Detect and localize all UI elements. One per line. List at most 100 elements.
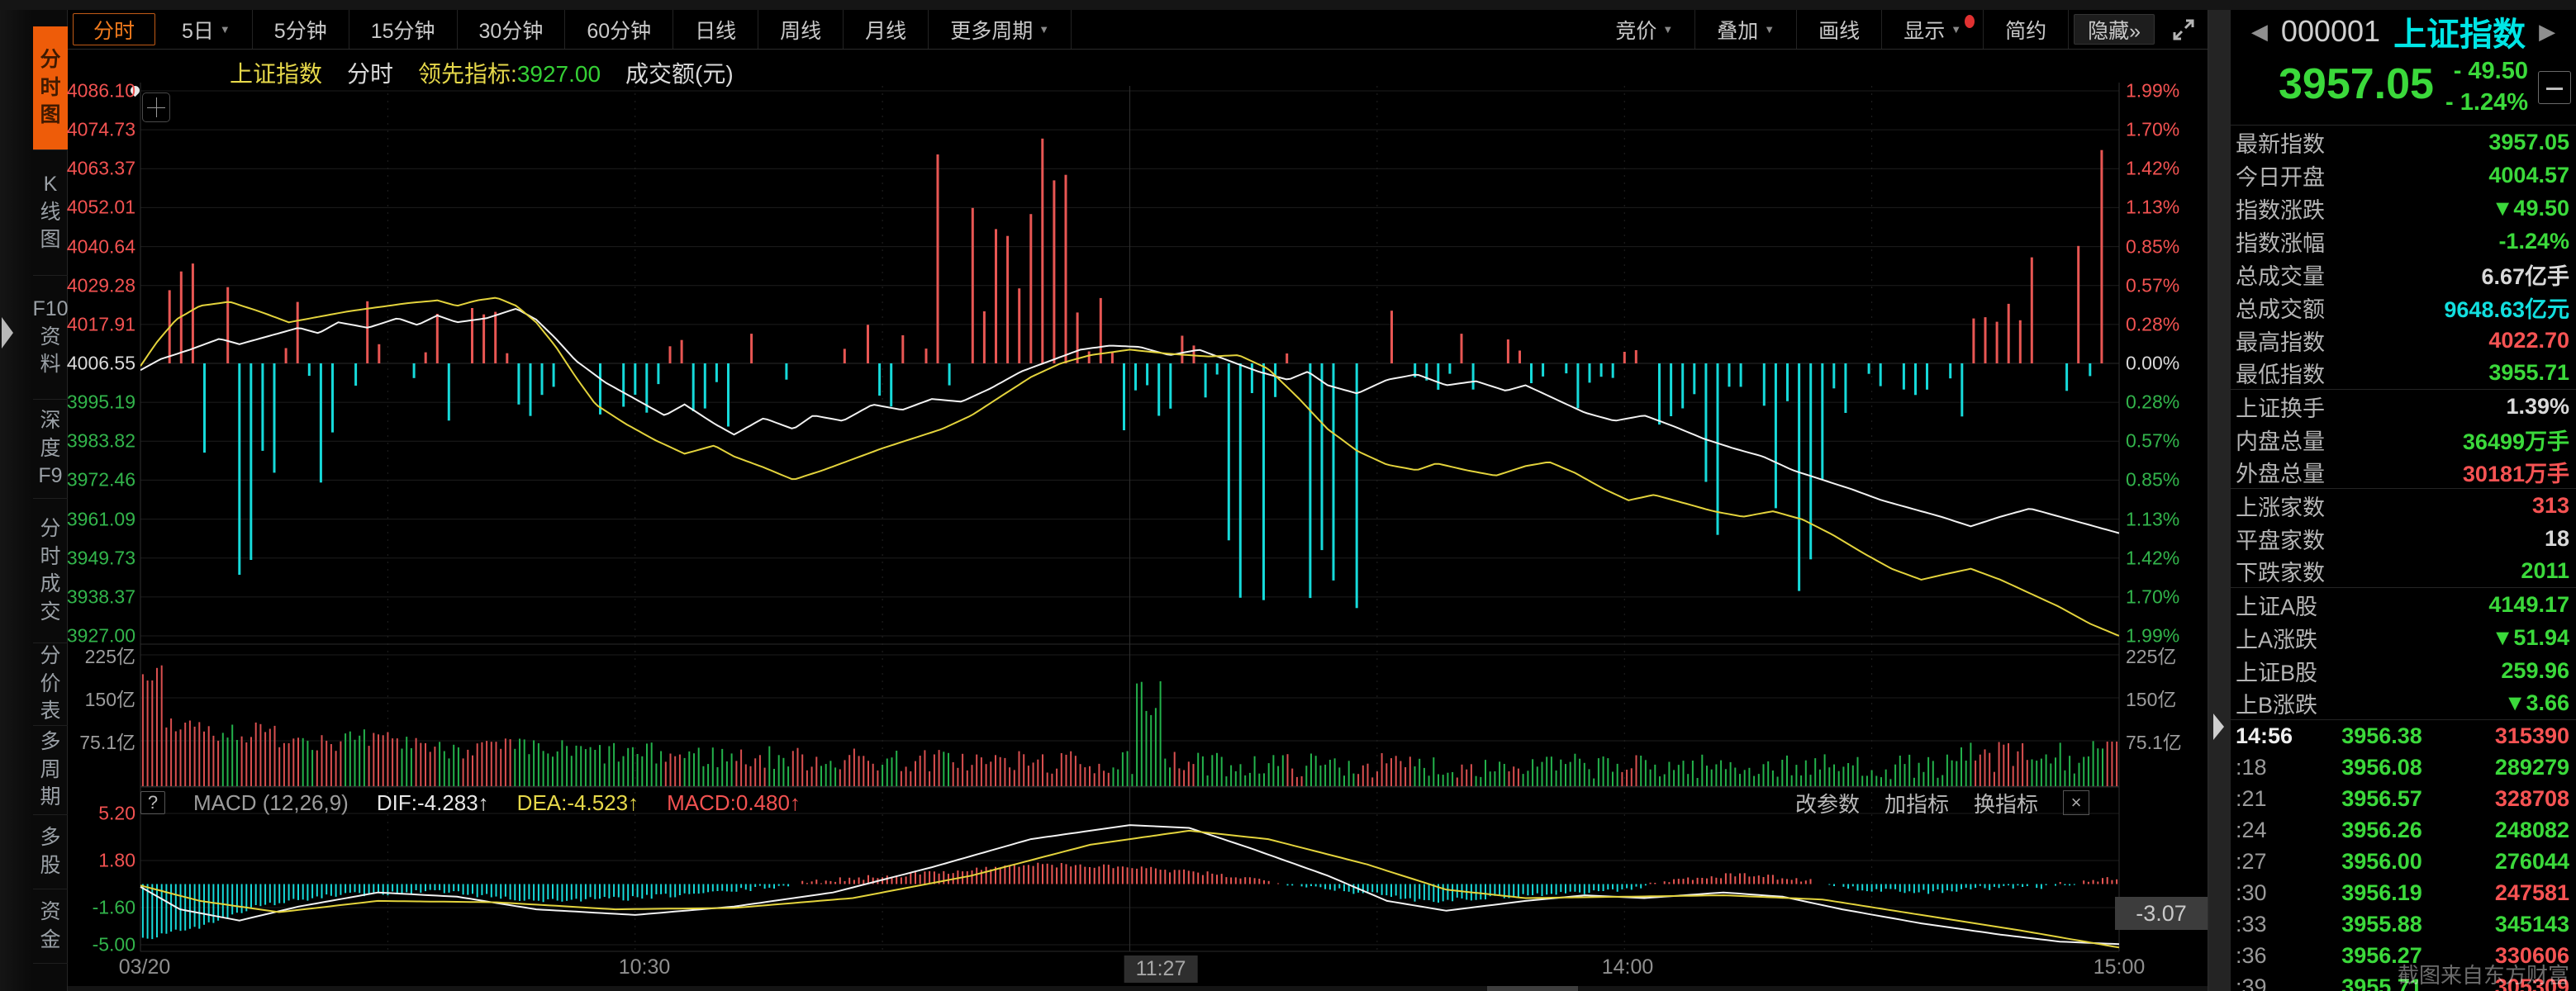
pct-axis-label: 1.99% <box>2126 80 2179 102</box>
tool-button-label: 显示 <box>1903 15 1945 45</box>
crosshair-tool-icon[interactable] <box>142 92 170 122</box>
sidebar-tab-分时图[interactable]: 分时图 <box>33 26 68 150</box>
tool-button-4[interactable]: 显示 ▼ <box>1882 10 1984 49</box>
prev-security-arrow-icon[interactable]: ◀ <box>2251 19 2268 45</box>
macd-axis-label: 5.20 <box>98 803 135 825</box>
sidebar-tab-分时成交[interactable]: 分时成交 <box>33 499 68 643</box>
sidebar-tab-char: F10 <box>32 298 68 321</box>
sidebar-tab-char: 资 <box>40 901 60 924</box>
sidebar-tab-char: 期 <box>40 786 60 809</box>
macd-header: ? MACD (12,26,9) DIF:-4.283↑ DEA:-4.523↑… <box>140 789 2119 816</box>
time-axis: 03/2010:3011:2714:0015:00 <box>68 952 2208 985</box>
horizontal-scrollbar[interactable] <box>68 986 2208 991</box>
tool-button-6[interactable]: 隐藏» <box>2074 14 2155 45</box>
fullscreen-button[interactable] <box>2160 10 2208 49</box>
tick-row[interactable]: :393955.71305309 <box>2231 971 2576 991</box>
price-axis-label: 3972.46 <box>67 469 135 491</box>
period-button-5[interactable]: 30分钟 <box>458 10 566 49</box>
sidebar-tab-多股[interactable]: 多股 <box>33 815 68 889</box>
quote-row-上B涨跌: 上B涨跌▼3.66 <box>2231 687 2576 720</box>
sidebar-tab-资金[interactable]: 资金 <box>33 889 68 964</box>
quote-row-label: 上涨家数 <box>2236 490 2325 522</box>
macd-action-2[interactable]: 加指标 <box>1884 788 1949 818</box>
fullscreen-icon <box>2171 17 2196 42</box>
sidebar-tab-K线图[interactable]: K线图 <box>33 150 68 276</box>
macd-close-button[interactable]: × <box>2063 790 2089 815</box>
sidebar-tab-分价表[interactable]: 分价表 <box>33 643 68 726</box>
chevron-down-icon: ▼ <box>1764 23 1775 36</box>
sidebar-tab-F10资料[interactable]: F10资料 <box>33 276 68 400</box>
period-buttons: 分时 5日▼ 5分钟 15分钟 30分钟60分钟日线周线月线更多周期▼ <box>68 10 1072 49</box>
period-button-label: 分时 <box>93 15 135 45</box>
period-button-1[interactable]: 分时 <box>73 13 155 45</box>
volume-axis-label: 75.1亿 <box>2126 727 2182 755</box>
quote-row-今日开盘: 今日开盘4004.57 <box>2231 159 2576 192</box>
period-button-8[interactable]: 周线 <box>758 10 844 49</box>
collapse-quote-button[interactable] <box>2538 71 2571 104</box>
pct-axis-label: 1.70% <box>2126 119 2179 141</box>
tool-button-2[interactable]: 叠加 ▼ <box>1695 10 1797 49</box>
price-axis-label: 4086.10 <box>67 80 135 102</box>
macd-help-button[interactable]: ? <box>140 791 165 814</box>
tick-row[interactable]: :363956.27330606 <box>2231 940 2576 971</box>
period-button-3[interactable]: 5分钟 <box>253 10 349 49</box>
tool-button-label: 叠加 <box>1717 15 1758 45</box>
quote-row-value: 4149.17 <box>2488 592 2569 618</box>
period-button-10[interactable]: 更多周期▼ <box>929 10 1072 49</box>
sidebar-tab-char: 多 <box>40 731 60 754</box>
tick-list[interactable]: 14:563956.38315390:183956.08289279:21395… <box>2231 720 2576 991</box>
chart-index-name: 上证指数 <box>230 56 322 89</box>
macd-title: MACD (12,26,9) <box>193 790 349 816</box>
quote-row-指数涨幅: 指数涨幅-1.24% <box>2231 225 2576 258</box>
tick-row[interactable]: 14:563956.38315390 <box>2231 720 2576 752</box>
chart-area[interactable]: 上证指数 分时 领先指标:3927.00 成交额(元) 4086.104074.… <box>68 50 2208 991</box>
pct-axis-label: 0.00% <box>2126 353 2179 375</box>
tool-button-5[interactable]: 简约 <box>1984 10 2069 49</box>
sidebar-tab-char: 交 <box>40 601 60 624</box>
tick-row[interactable]: :213956.57328708 <box>2231 783 2576 814</box>
tick-price: 3956.27 <box>2312 943 2452 969</box>
macd-action-1[interactable]: 改参数 <box>1795 788 1860 818</box>
macd-action-3[interactable]: 换指标 <box>1974 788 2038 818</box>
sidebar-tab-多周期[interactable]: 多周期 <box>33 726 68 815</box>
tick-row[interactable]: :333955.88345143 <box>2231 908 2576 940</box>
sidebar-collapse-arrow-icon[interactable] <box>2 317 13 349</box>
browser-menu-strip <box>0 0 2576 10</box>
quote-row-平盘家数: 平盘家数18 <box>2231 522 2576 555</box>
sidebar-tab-char: 分 <box>40 49 60 72</box>
tool-button-3[interactable]: 画线 <box>1797 10 1882 49</box>
price-axis-label: 3961.09 <box>67 508 135 530</box>
pct-axis-label: 0.57% <box>2126 430 2179 453</box>
tool-button-1[interactable]: 竞价▼ <box>1594 10 1695 49</box>
tool-button-label: 竞价 <box>1615 15 1656 45</box>
tick-row[interactable]: :303956.19247581 <box>2231 877 2576 908</box>
security-name: 上证指数 <box>2393 7 2526 55</box>
panel-expand-arrow-icon[interactable] <box>2213 714 2224 740</box>
volume-axis-label: 150亿 <box>85 684 135 712</box>
quote-row-上证B股: 上证B股259.96 <box>2231 654 2576 687</box>
period-button-2[interactable]: 5日▼ <box>160 10 253 49</box>
tick-time: :39 <box>2236 974 2312 991</box>
period-button-7[interactable]: 日线 <box>673 10 758 49</box>
period-button-label: 15分钟 <box>371 15 435 45</box>
time-tick-label: 11:27 <box>1124 955 1198 983</box>
next-security-arrow-icon[interactable]: ▶ <box>2539 19 2555 45</box>
chart-period-label: 分时 <box>347 56 393 89</box>
period-button-6[interactable]: 60分钟 <box>565 10 673 49</box>
tick-row[interactable]: :243956.26248082 <box>2231 814 2576 846</box>
pct-axis-label: 1.42% <box>2126 547 2179 569</box>
trading-terminal-window: 分时图K线图F10资料深度F9分时成交分价表多周期多股资金 分时5日▼5分钟15… <box>0 0 2576 991</box>
period-button-4[interactable]: 15分钟 <box>349 10 458 49</box>
period-button-9[interactable]: 月线 <box>844 10 929 49</box>
chevron-down-icon: ▼ <box>220 23 231 36</box>
scrollbar-handle[interactable] <box>1487 986 1578 991</box>
chevron-down-icon: ▼ <box>1951 23 1961 36</box>
quote-row-label: 今日开盘 <box>2236 159 2325 192</box>
panel-splitter[interactable] <box>2208 10 2231 991</box>
sidebar-tab-char: 图 <box>40 104 60 127</box>
period-button-label: 5分钟 <box>274 15 327 45</box>
tick-row[interactable]: :273956.00276044 <box>2231 846 2576 877</box>
tick-row[interactable]: :183956.08289279 <box>2231 752 2576 783</box>
quote-row-label: 上证换手 <box>2236 391 2325 423</box>
sidebar-tab-深度F9[interactable]: 深度F9 <box>33 400 68 499</box>
